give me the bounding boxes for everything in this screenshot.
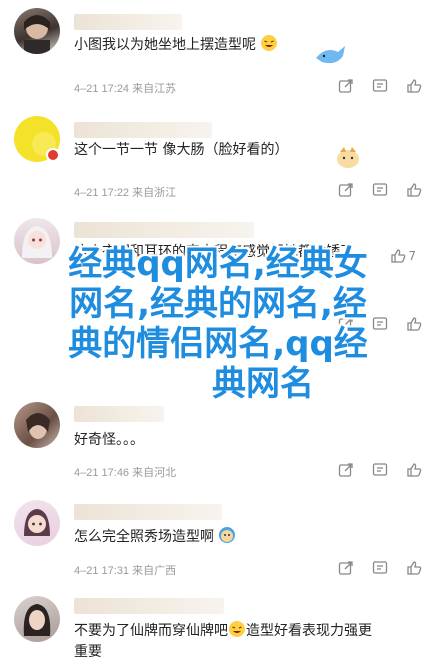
verified-badge-icon	[46, 148, 60, 162]
comment-item: 小图我以为她坐地上摆造型呢 4–21 17:24 来自江苏	[0, 0, 436, 110]
comment-meta: 4–21 17:22 来自浙江	[74, 187, 177, 199]
comment-item: 怎么完全照秀场造型啊 4–21 17:31 来自广西	[0, 490, 436, 590]
username-bar[interactable]	[74, 222, 254, 238]
avatar[interactable]	[14, 8, 60, 54]
thumbs-up-icon[interactable]	[406, 560, 422, 576]
comment-item: 不要为了仙牌而穿仙牌吧 造型好看表现力强更 重要	[0, 588, 436, 672]
comment-text: 好奇怪。。。	[74, 432, 144, 448]
comment-meta: 4–21 17:24 来自江苏	[74, 83, 177, 95]
laughing-emoji-icon	[260, 34, 278, 52]
username-bar[interactable]	[74, 598, 224, 614]
whale-sticker-icon	[312, 40, 348, 68]
thumbs-up-icon[interactable]	[406, 78, 422, 94]
comment-item: 这个一节一节 像大肠（脸好看的） 4–21 17:22 来自浙江	[0, 108, 436, 218]
cartoon-sticker-icon	[334, 144, 362, 170]
username-bar[interactable]	[74, 14, 182, 30]
thumbs-up-icon[interactable]	[406, 182, 422, 198]
face-emoji-icon	[218, 526, 236, 544]
comment-icon[interactable]	[372, 560, 388, 576]
share-icon[interactable]	[338, 78, 354, 94]
overlay-title-line: 典网名	[212, 364, 314, 404]
comment-text-line2: 重要	[74, 644, 102, 660]
username-bar[interactable]	[74, 504, 222, 520]
overlay-title-line: 网名,经典的网名,经	[69, 284, 367, 324]
comment-meta: 4–21 17:31 来自广西	[74, 565, 177, 577]
overlay-title: 经典qq网名,经典女 网名,经典的网名,经 典的情侣网名,qq经 典网名	[0, 244, 436, 404]
comment-text: 这个一节一节 像大肠（脸好看的）	[74, 142, 289, 158]
username-bar[interactable]	[74, 122, 212, 138]
avatar[interactable]	[14, 596, 60, 642]
share-icon[interactable]	[338, 182, 354, 198]
comment-icon[interactable]	[372, 462, 388, 478]
overlay-title-line: 经典qq网名,经典女	[68, 244, 368, 284]
comment-text: 小图我以为她坐地上摆造型呢	[74, 34, 278, 55]
thumbs-up-icon[interactable]	[406, 462, 422, 478]
comment-text: 怎么完全照秀场造型啊	[74, 526, 236, 547]
avatar[interactable]	[14, 500, 60, 546]
username-bar[interactable]	[74, 406, 164, 422]
overlay-title-line: 典的情侣网名,qq经	[68, 324, 368, 364]
comment-item: 好奇怪。。。 4–21 17:46 来自河北	[0, 392, 436, 492]
laughing-emoji-icon	[228, 620, 246, 638]
share-icon[interactable]	[338, 560, 354, 576]
share-icon[interactable]	[338, 462, 354, 478]
avatar[interactable]	[14, 402, 60, 448]
comment-icon[interactable]	[372, 182, 388, 198]
comment-icon[interactable]	[372, 78, 388, 94]
comment-text: 不要为了仙牌而穿仙牌吧 造型好看表现力强更	[74, 620, 372, 641]
comment-meta: 4–21 17:46 来自河北	[74, 467, 177, 479]
